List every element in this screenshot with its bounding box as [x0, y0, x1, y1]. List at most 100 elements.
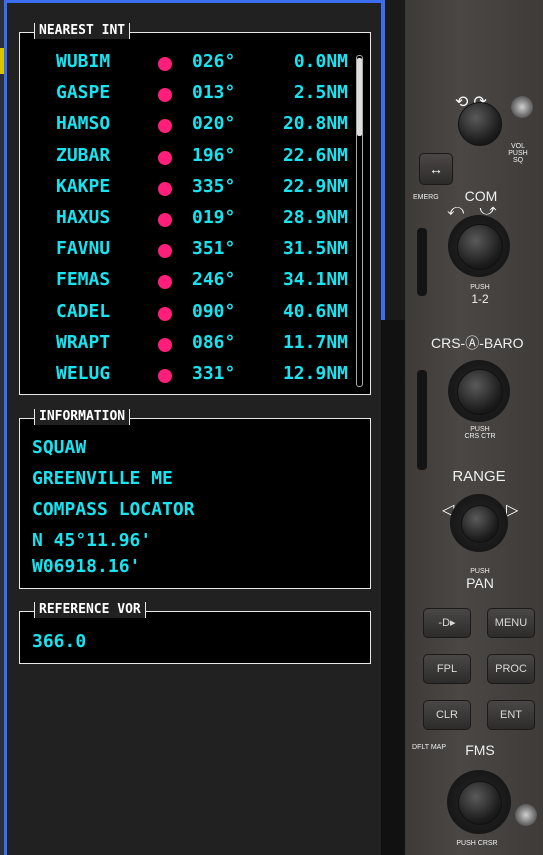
- waypoint-distance: 11.7NM: [282, 331, 348, 353]
- info-type: COMPASS LOCATOR: [32, 499, 195, 520]
- panel-slot: [417, 370, 427, 470]
- direct-to-button[interactable]: -D▸: [423, 608, 471, 638]
- menu-button[interactable]: MENU: [487, 608, 535, 638]
- proc-button[interactable]: PROC: [487, 654, 535, 684]
- emerg-label: EMERG: [413, 194, 439, 201]
- waypoint-distance: 12.9NM: [282, 363, 348, 384]
- crs-push-label: PUSH: [470, 426, 490, 433]
- intersection-symbol-icon: [158, 275, 172, 290]
- waypoint-ident: HAMSO: [56, 113, 111, 135]
- nearest-row[interactable]: WRAPT 086° 11.7NM: [20, 328, 370, 359]
- waypoint-distance: 22.6NM: [282, 144, 348, 166]
- vol-label: VOL PUSH SQ: [508, 143, 528, 164]
- screw-icon: [515, 804, 537, 826]
- info-longitude: W06918.16': [32, 556, 141, 577]
- nearest-row[interactable]: FEMAS 246° 34.1NM: [20, 265, 370, 296]
- waypoint-ident: FEMAS: [56, 269, 111, 291]
- nearest-row[interactable]: WELUG 331° 12.9NM: [20, 359, 370, 390]
- intersection-symbol-icon: [158, 369, 172, 383]
- fpl-button[interactable]: FPL: [423, 654, 471, 684]
- bezel-gap: [381, 320, 405, 855]
- com-push-label: PUSH: [470, 284, 490, 291]
- push-crsr-label: PUSH CRSR: [456, 840, 498, 847]
- fms-inner-knob[interactable]: [458, 781, 502, 825]
- nearest-row[interactable]: HAXUS 019° 28.9NM: [20, 203, 370, 234]
- intersection-symbol-icon: [158, 213, 172, 227]
- reference-vor-title: REFERENCE VOR: [34, 602, 146, 618]
- waypoint-distance: 34.1NM: [282, 269, 348, 291]
- waypoint-distance: 0.0NM: [293, 51, 348, 72]
- waypoint-ident: WELUG: [56, 363, 111, 384]
- reference-vor-frequency: 366.0: [32, 631, 87, 652]
- reference-vor-box: REFERENCE VOR 366.0: [19, 602, 371, 664]
- information-title: INFORMATION: [34, 409, 131, 425]
- waypoint-distance: 40.6NM: [282, 300, 348, 322]
- fms-label: FMS: [465, 742, 495, 758]
- waypoint-bearing: 090°: [192, 300, 236, 322]
- waypoint-ident: CADEL: [56, 300, 111, 322]
- information-box: INFORMATION SQUAW GREENVILLE ME COMPASS …: [19, 409, 371, 589]
- pan-label: PAN: [466, 575, 494, 591]
- nearest-row[interactable]: ZUBAR 196° 22.6NM: [20, 141, 370, 172]
- nearest-int-box: NEAREST INT WUBIM 026° 0.0NM GASPE 013° 2.5NM…: [19, 23, 371, 395]
- pan-push-label: PUSH: [470, 568, 490, 575]
- com-inner-knob[interactable]: [457, 224, 503, 270]
- nearest-row[interactable]: KAKPE 335° 22.9NM: [20, 172, 370, 203]
- range-label: RANGE: [452, 468, 506, 485]
- crs-baro-inner-knob[interactable]: [457, 369, 503, 415]
- intersection-symbol-icon: [158, 150, 172, 165]
- waypoint-ident: FAVNU: [56, 238, 111, 260]
- range-inner-knob[interactable]: [461, 505, 499, 543]
- crs-baro-label: CRS-Ⓐ-BARO: [431, 335, 524, 351]
- control-panel: ⟲ ⟳ VOL PUSH SQ ↔ EMERG COM ⤺ ⤻ PUSH 1-2…: [405, 0, 543, 855]
- waypoint-bearing: 351°: [192, 238, 236, 260]
- scrollbar-thumb[interactable]: [357, 58, 362, 136]
- volume-knob[interactable]: [458, 102, 502, 146]
- waypoint-ident: GASPE: [56, 82, 111, 104]
- nearest-row[interactable]: CADEL 090° 40.6NM: [20, 297, 370, 328]
- waypoint-bearing: 019°: [192, 207, 236, 228]
- nearest-scrollbar[interactable]: [356, 55, 363, 387]
- nearest-row[interactable]: FAVNU 351° 31.5NM: [20, 234, 370, 265]
- intersection-symbol-icon: [158, 57, 172, 71]
- waypoint-bearing: 331°: [192, 363, 236, 384]
- intersection-symbol-icon: [158, 181, 172, 196]
- screw-icon: [511, 96, 533, 118]
- info-latitude: N 45°11.96': [32, 530, 152, 551]
- waypoint-ident: HAXUS: [56, 207, 111, 228]
- intersection-symbol-icon: [158, 88, 172, 103]
- waypoint-ident: ZUBAR: [56, 144, 111, 166]
- waypoint-distance: 31.5NM: [282, 238, 348, 260]
- com-push-value: 1-2: [471, 292, 489, 306]
- nearest-row[interactable]: GASPE 013° 2.5NM: [20, 78, 370, 109]
- nearest-int-title: NEAREST INT: [34, 23, 131, 39]
- intersection-symbol-icon: [158, 306, 172, 321]
- ent-button[interactable]: ENT: [487, 700, 535, 730]
- waypoint-ident: KAKPE: [56, 175, 111, 197]
- waypoint-bearing: 013°: [192, 82, 236, 104]
- waypoint-bearing: 196°: [192, 144, 236, 166]
- waypoint-bearing: 026°: [192, 51, 236, 72]
- mfd-display: NEAREST INT WUBIM 026° 0.0NM GASPE 013° 2.5NM…: [4, 0, 381, 855]
- waypoint-distance: 2.5NM: [293, 82, 348, 104]
- waypoint-distance: 28.9NM: [282, 207, 348, 228]
- waypoint-distance: 20.8NM: [282, 113, 348, 135]
- info-ident: SQUAW: [32, 437, 87, 458]
- emergency-swap-button[interactable]: ↔: [419, 153, 453, 185]
- waypoint-ident: WUBIM: [56, 51, 111, 72]
- panel-slot: [417, 228, 427, 296]
- waypoint-distance: 22.9NM: [282, 175, 348, 197]
- nearest-row[interactable]: HAMSO 020° 20.8NM: [20, 109, 370, 140]
- dflt-map-label: DFLT MAP: [412, 744, 446, 751]
- zoom-in-icon: ▷: [506, 500, 519, 519]
- waypoint-bearing: 246°: [192, 269, 236, 291]
- intersection-symbol-icon: [158, 119, 172, 134]
- waypoint-bearing: 020°: [192, 113, 236, 135]
- waypoint-bearing: 086°: [192, 331, 236, 353]
- info-city: GREENVILLE ME: [32, 468, 173, 489]
- clr-button[interactable]: CLR: [423, 700, 471, 730]
- intersection-symbol-icon: [158, 337, 172, 352]
- nearest-row[interactable]: WUBIM 026° 0.0NM: [20, 47, 370, 78]
- crs-ctr-label: CRS CTR: [464, 433, 496, 440]
- waypoint-ident: WRAPT: [56, 331, 111, 353]
